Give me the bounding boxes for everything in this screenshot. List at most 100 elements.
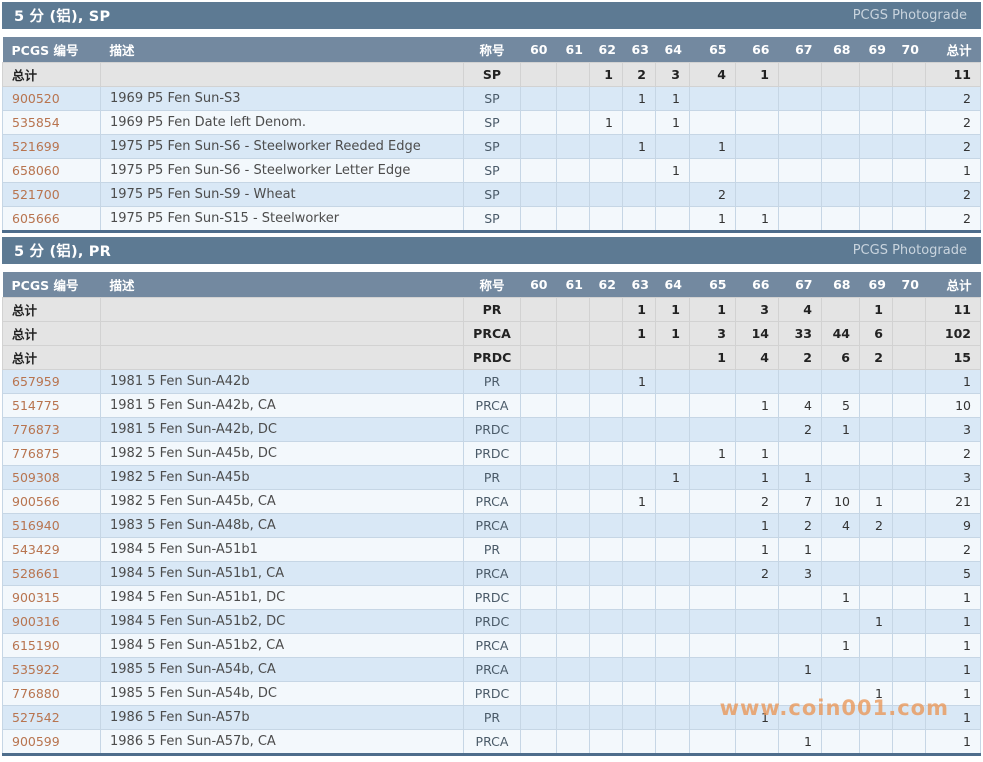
- grade-count-cell: [690, 466, 736, 490]
- grade-count-cell: [893, 394, 926, 418]
- designation-cell: PR: [464, 538, 521, 562]
- pcgs-number-link[interactable]: 776873: [3, 418, 101, 442]
- pcgs-number-link[interactable]: 900599: [3, 730, 101, 755]
- grade-count-cell: [557, 111, 590, 135]
- grade-count-cell: [521, 159, 557, 183]
- table-row: 6580601975 P5 Fen Sun-S6 - Steelworker L…: [3, 159, 981, 183]
- pcgs-number-link[interactable]: 900315: [3, 586, 101, 610]
- grade-count-cell: 3: [779, 562, 822, 586]
- grade-count-cell: 1: [690, 442, 736, 466]
- pcgs-number-link[interactable]: 509308: [3, 466, 101, 490]
- grade-count-cell: [656, 183, 690, 207]
- grade-count-cell: [860, 706, 893, 730]
- grade-count-cell: [521, 514, 557, 538]
- grade-count-cell: 1: [860, 682, 893, 706]
- grade-count-cell: 4: [779, 298, 822, 322]
- grade-count-cell: [623, 442, 656, 466]
- row-total: 5: [926, 562, 981, 586]
- row-total: 2: [926, 442, 981, 466]
- grade-count-cell: 4: [779, 394, 822, 418]
- pcgs-number-link[interactable]: 535922: [3, 658, 101, 682]
- grade-count-cell: [736, 610, 779, 634]
- grade-count-cell: [521, 183, 557, 207]
- pcgs-number-link[interactable]: 516940: [3, 514, 101, 538]
- row-total: 1: [926, 658, 981, 682]
- grade-count-cell: 1: [690, 346, 736, 370]
- grade-count-cell: [557, 682, 590, 706]
- grade-count-cell: [590, 610, 623, 634]
- pcgs-number-link[interactable]: 521699: [3, 135, 101, 159]
- row-total: 1: [926, 706, 981, 730]
- designation-cell: PR: [464, 370, 521, 394]
- grade-count-cell: [690, 370, 736, 394]
- coin-description: 1983 5 Fen Sun-A48b, CA: [101, 514, 464, 538]
- grade-count-cell: 33: [779, 322, 822, 346]
- description-column-header: 描述: [101, 272, 464, 298]
- table-row: 6579591981 5 Fen Sun-A42bPR11: [3, 370, 981, 394]
- grade-count-cell: [557, 562, 590, 586]
- table-row: 5434291984 5 Fen Sun-A51b1PR112: [3, 538, 981, 562]
- grade-count-cell: [557, 610, 590, 634]
- grade-count-cell: [590, 207, 623, 232]
- grade-count-cell: [893, 514, 926, 538]
- coin-description: 1984 5 Fen Sun-A51b2, CA: [101, 634, 464, 658]
- grade-count-cell: 2: [860, 346, 893, 370]
- grade-count-cell: [590, 442, 623, 466]
- grade-count-cell: 1: [860, 610, 893, 634]
- grade-count-cell: [521, 562, 557, 586]
- grade-column-header: 68: [822, 272, 860, 298]
- grade-count-cell: [860, 135, 893, 159]
- grade-count-cell: [521, 87, 557, 111]
- grade-count-cell: [690, 658, 736, 682]
- pcgs-number-link[interactable]: 658060: [3, 159, 101, 183]
- grade-count-cell: [893, 346, 926, 370]
- photograde-link[interactable]: PCGS Photograde: [853, 8, 967, 23]
- pcgs-number-link[interactable]: 528661: [3, 562, 101, 586]
- designation-cell: SP: [464, 87, 521, 111]
- pcgs-number-link[interactable]: 776875: [3, 442, 101, 466]
- designation-column-header: 称号: [464, 37, 521, 63]
- grade-count-cell: 4: [690, 63, 736, 87]
- grade-count-cell: [623, 730, 656, 755]
- grade-count-cell: [623, 682, 656, 706]
- grade-count-cell: [521, 418, 557, 442]
- pcgs-number-link[interactable]: 657959: [3, 370, 101, 394]
- pcgs-number-link[interactable]: 535854: [3, 111, 101, 135]
- grade-count-cell: [557, 63, 590, 87]
- grade-count-cell: 1: [779, 466, 822, 490]
- designation-cell: PRCA: [464, 322, 521, 346]
- pcgs-number-link[interactable]: 615190: [3, 634, 101, 658]
- pcgs-number-link[interactable]: 776880: [3, 682, 101, 706]
- summary-row: 总计PR11134111: [3, 298, 981, 322]
- grade-count-cell: [521, 370, 557, 394]
- grade-count-cell: 3: [656, 63, 690, 87]
- grade-count-cell: [860, 207, 893, 232]
- grade-count-cell: 1: [656, 322, 690, 346]
- pcgs-number-link[interactable]: 543429: [3, 538, 101, 562]
- pcgs-number-link[interactable]: 900566: [3, 490, 101, 514]
- pcgs-number-link[interactable]: 605666: [3, 207, 101, 232]
- grade-count-cell: [521, 394, 557, 418]
- photograde-link[interactable]: PCGS Photograde: [853, 243, 967, 258]
- row-total: 2: [926, 538, 981, 562]
- grade-count-cell: [893, 682, 926, 706]
- pcgs-number-link[interactable]: 900316: [3, 610, 101, 634]
- summary-description-cell: [101, 322, 464, 346]
- coin-description: 1969 P5 Fen Sun-S3: [101, 87, 464, 111]
- grade-count-cell: [590, 514, 623, 538]
- table-row: 7768731981 5 Fen Sun-A42b, DCPRDC213: [3, 418, 981, 442]
- grade-count-cell: [557, 207, 590, 232]
- pcgs-number-link[interactable]: 527542: [3, 706, 101, 730]
- pcgs-number-link[interactable]: 514775: [3, 394, 101, 418]
- pcgs-number-link[interactable]: 521700: [3, 183, 101, 207]
- pcgs-number-link[interactable]: 900520: [3, 87, 101, 111]
- grade-count-cell: [521, 634, 557, 658]
- summary-row: 总计PRDC1426215: [3, 346, 981, 370]
- grade-count-cell: [656, 514, 690, 538]
- grade-column-header: 63: [623, 37, 656, 63]
- grade-column-header: 67: [779, 37, 822, 63]
- grade-count-cell: [557, 730, 590, 755]
- grade-count-cell: [779, 183, 822, 207]
- grade-count-cell: [557, 322, 590, 346]
- grade-column-header: 62: [590, 272, 623, 298]
